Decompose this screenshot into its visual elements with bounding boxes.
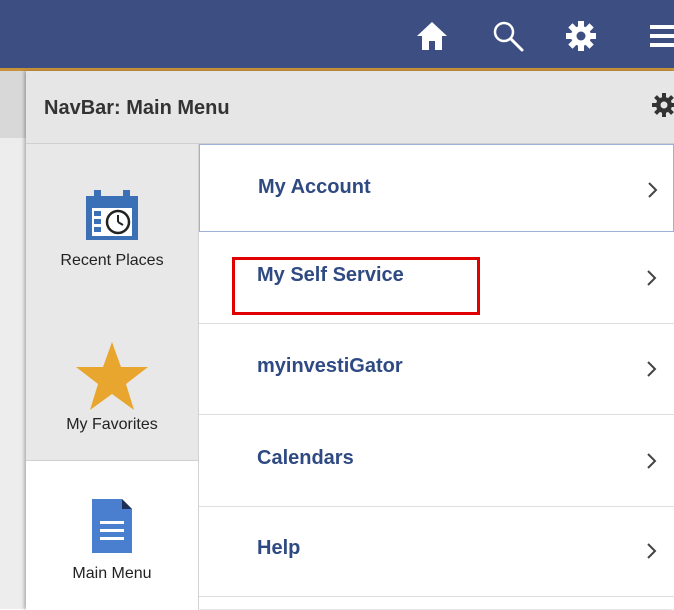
menu-item-my-self-service[interactable]: My Self Service	[199, 233, 674, 324]
gear-icon[interactable]	[563, 18, 599, 54]
chevron-right-icon	[647, 180, 659, 200]
navbar-panel: NavBar: Main Menu Recent Places My Favor…	[26, 71, 674, 610]
main-menu-list: My Account My Self Service myinvestiGato…	[199, 144, 674, 609]
menu-item-label: My Account	[258, 176, 371, 198]
menu-item-help[interactable]: Help	[199, 506, 674, 597]
menu-item-my-account[interactable]: My Account	[199, 144, 674, 232]
chevron-right-icon	[646, 541, 658, 561]
search-icon[interactable]	[490, 18, 526, 54]
menu-item-label: Calendars	[257, 447, 354, 469]
hamburger-menu-icon[interactable]	[648, 18, 674, 54]
star-icon	[74, 340, 150, 412]
calendar-clock-icon	[82, 186, 142, 244]
background-page-header	[0, 71, 26, 138]
menu-item-calendars[interactable]: Calendars	[199, 416, 674, 507]
menu-item-label: Help	[257, 537, 301, 559]
navbar-tiles: Recent Places My Favorites Main Menu	[26, 144, 199, 610]
tile-label: Recent Places	[60, 252, 164, 269]
menu-item-label: My Self Service	[257, 264, 404, 286]
panel-title: NavBar: Main Menu	[44, 97, 230, 119]
panel-header: NavBar: Main Menu	[26, 71, 674, 144]
tile-label: Main Menu	[72, 565, 152, 582]
panel-gear-icon[interactable]	[650, 91, 674, 119]
document-icon	[90, 497, 134, 555]
tile-recent-places[interactable]: Recent Places	[26, 144, 198, 302]
tile-main-menu[interactable]: Main Menu	[26, 460, 198, 610]
menu-item-myinvestigator[interactable]: myinvestiGator	[199, 324, 674, 415]
chevron-right-icon	[646, 359, 658, 379]
menu-item-label: myinvestiGator	[257, 355, 403, 377]
background-page-strip	[0, 71, 26, 609]
top-header-bar	[0, 0, 674, 71]
chevron-right-icon	[646, 451, 658, 471]
chevron-right-icon	[646, 268, 658, 288]
tile-label: My Favorites	[66, 416, 158, 433]
tile-my-favorites[interactable]: My Favorites	[26, 302, 198, 460]
home-icon[interactable]	[414, 18, 450, 54]
